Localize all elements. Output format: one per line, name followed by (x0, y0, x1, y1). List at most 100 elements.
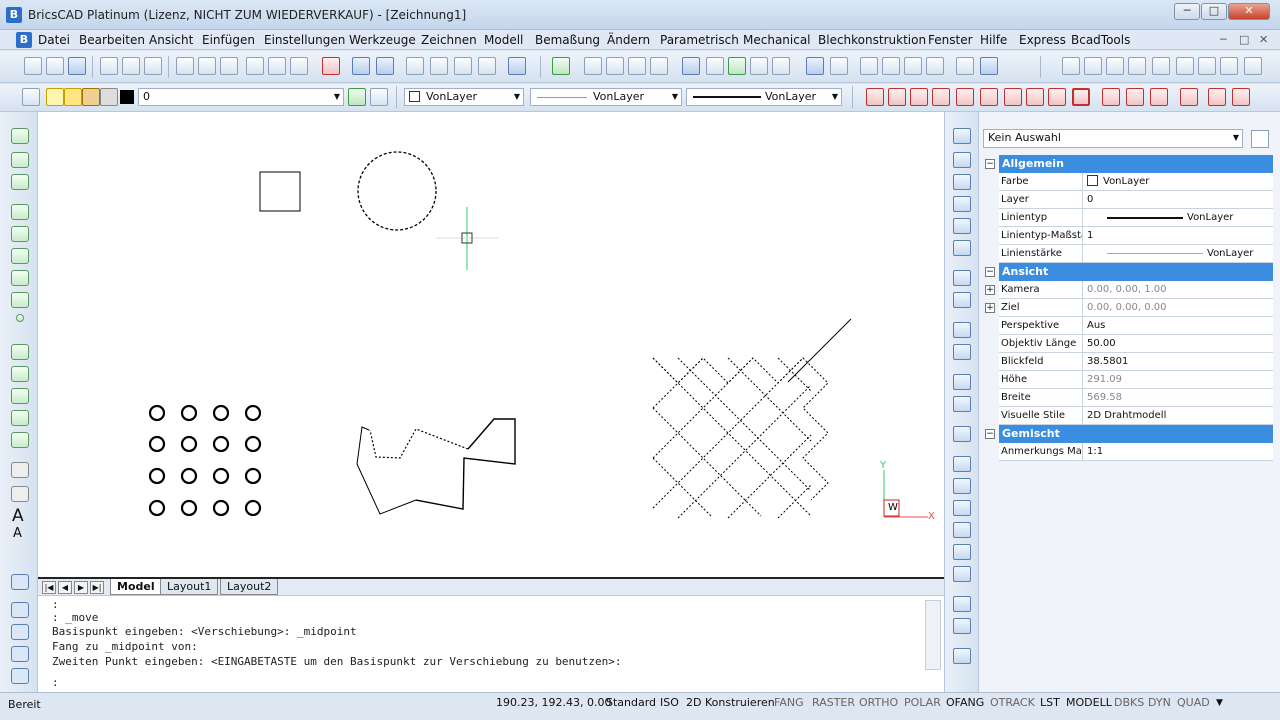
collapse-misc-icon[interactable]: − (985, 429, 995, 439)
settings-icon[interactable] (454, 57, 472, 75)
align-icon[interactable] (953, 566, 971, 582)
helix-icon[interactable] (11, 292, 29, 308)
shade-icon[interactable] (830, 57, 848, 75)
hatch-icon[interactable] (11, 462, 29, 478)
nav-forward-icon[interactable] (1106, 57, 1124, 75)
status-ofang[interactable]: OFANG (946, 696, 984, 709)
library-icon[interactable] (772, 57, 790, 75)
expand-ziel-icon[interactable]: + (985, 303, 995, 313)
snap-endpoint-icon[interactable] (866, 88, 884, 106)
grid-array-icon[interactable] (953, 374, 971, 390)
lineweight-dropdown[interactable]: VonLayer ▼ (686, 88, 842, 106)
nav-home-icon[interactable] (1244, 57, 1262, 75)
status-ortho[interactable]: ORTHO (859, 696, 898, 709)
snap-midpoint-icon[interactable] (888, 88, 906, 106)
nav-up-icon[interactable] (1220, 57, 1238, 75)
sheet-icon[interactable] (904, 57, 922, 75)
tab-layout2[interactable]: Layout2 (220, 579, 279, 595)
text-icon[interactable]: A (12, 506, 24, 526)
insert-icon[interactable] (11, 602, 29, 618)
page-icon[interactable] (926, 57, 944, 75)
prop-row-breite[interactable]: Breite 569.58 (999, 389, 1273, 407)
status-lst[interactable]: LST (1040, 696, 1060, 709)
tab-model[interactable]: Model (110, 579, 162, 595)
doc-minimize-button[interactable]: ─ (1220, 33, 1227, 46)
join-icon[interactable] (953, 522, 971, 538)
nav-down-icon[interactable] (1084, 57, 1102, 75)
status-raster[interactable]: RASTER (812, 696, 855, 709)
previous-layer-icon[interactable] (370, 88, 388, 106)
stretch-icon[interactable] (953, 344, 971, 360)
array-icon[interactable] (953, 240, 971, 256)
table-icon[interactable] (11, 486, 29, 502)
tab-first-icon[interactable]: |◀ (42, 581, 56, 594)
status-textstyle[interactable]: Standard (606, 696, 656, 709)
save-icon[interactable] (68, 57, 86, 75)
prop-row-blickfeld[interactable]: Blickfeld 38.5801 (999, 353, 1273, 371)
status-workspace[interactable]: 2D Konstruieren (686, 696, 775, 709)
explode-icon[interactable] (953, 396, 971, 412)
lengthen-icon[interactable] (953, 544, 971, 560)
paint-icon[interactable] (953, 196, 971, 212)
menu-fenster[interactable]: Fenster (928, 33, 973, 47)
menu-bearbeiten[interactable]: Bearbeiten (79, 33, 145, 47)
arc-icon[interactable] (11, 204, 29, 220)
pan-icon[interactable] (682, 57, 700, 75)
block-icon[interactable] (11, 574, 29, 590)
move-icon[interactable] (953, 128, 971, 144)
layer-dropdown[interactable]: 0 ▼ (138, 88, 344, 106)
polyline-entity[interactable] (356, 418, 516, 515)
zoom-extents-icon[interactable] (628, 57, 646, 75)
pick-icon[interactable] (268, 57, 286, 75)
copy-icon[interactable] (198, 57, 216, 75)
dropper-icon[interactable] (953, 218, 971, 234)
snap-settings-icon[interactable] (1208, 88, 1226, 106)
circle-array[interactable] (148, 404, 262, 517)
menu-hilfe[interactable]: Hilfe (980, 33, 1007, 47)
view-icon[interactable] (706, 57, 724, 75)
zoom-window-icon[interactable] (606, 57, 624, 75)
extend-icon[interactable] (953, 456, 971, 472)
mirror-icon[interactable] (953, 292, 971, 308)
paste-icon[interactable] (220, 57, 238, 75)
prop-row-visuelle-stile[interactable]: Visuelle Stile 2D Drahtmodell (999, 407, 1273, 425)
ucs-icon[interactable] (728, 57, 746, 75)
match-properties-icon[interactable] (246, 57, 264, 75)
command-prompt-input[interactable]: : (52, 676, 59, 689)
menu-zeichnen[interactable]: Zeichnen (421, 33, 477, 47)
menu-parametrisch[interactable]: Parametrisch (660, 33, 739, 47)
prop-row-linientyp[interactable]: Linientyp VonLayer (999, 209, 1273, 227)
publish-icon[interactable] (144, 57, 162, 75)
rotate-icon[interactable] (953, 270, 971, 286)
prop-row-hoehe[interactable]: Höhe 291.09 (999, 371, 1273, 389)
status-otrack[interactable]: OTRACK (990, 696, 1035, 709)
edit-polyline-icon[interactable] (953, 648, 971, 664)
status-quad[interactable]: QUAD (1177, 696, 1210, 709)
section-gemischt[interactable]: Gemischt (999, 425, 1273, 443)
section-ansicht[interactable]: Ansicht (999, 263, 1273, 281)
print-preview-icon[interactable] (100, 57, 118, 75)
prop-row-farbe[interactable]: Farbe VonLayer (999, 173, 1273, 191)
menu-blechkonstruktion[interactable]: Blechkonstruktion (818, 33, 926, 47)
snap-none-icon[interactable] (1180, 88, 1198, 106)
collapse-general-icon[interactable]: − (985, 159, 995, 169)
point-icon[interactable] (16, 314, 24, 322)
nav-target-icon[interactable] (1152, 57, 1170, 75)
render-icon[interactable] (750, 57, 768, 75)
status-menu-icon[interactable]: ▼ (1216, 698, 1223, 708)
nav-orbit-icon[interactable] (1198, 57, 1216, 75)
collapse-view-icon[interactable]: − (985, 267, 995, 277)
ellipse-icon[interactable] (11, 248, 29, 264)
redo-icon[interactable] (376, 57, 394, 75)
menu-ansicht[interactable]: Ansicht (149, 33, 193, 47)
circle-icon[interactable] (11, 226, 29, 242)
make-current-icon[interactable] (348, 88, 366, 106)
boundary-icon[interactable] (11, 432, 29, 448)
menu-einfuegen[interactable]: Einfügen (202, 33, 255, 47)
lock-icon[interactable] (82, 88, 100, 106)
layout-icon[interactable] (882, 57, 900, 75)
mtext-icon[interactable]: A (13, 526, 22, 541)
filter-icon[interactable] (1251, 130, 1269, 148)
trim-icon[interactable] (953, 426, 971, 442)
snap-apparent-icon[interactable] (1150, 88, 1168, 106)
